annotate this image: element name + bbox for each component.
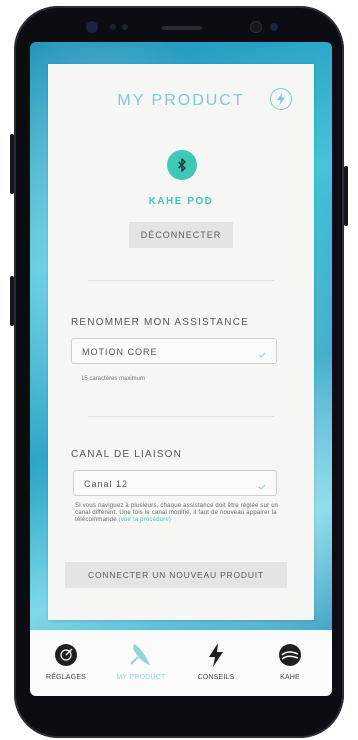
procedure-link[interactable]: (voir la procédure) <box>119 517 172 523</box>
sensor <box>270 23 278 31</box>
app-screen: MY PRODUCT KAHE POD DÉCONNECTER RENOMMER… <box>30 42 332 696</box>
product-card: MY PRODUCT KAHE POD DÉCONNECTER RENOMMER… <box>48 64 314 620</box>
channel-label: CANAL DE LIAISON <box>71 449 183 460</box>
channel-select[interactable]: Canal 12 <box>73 470 277 496</box>
volume-button <box>10 134 14 194</box>
divider <box>88 416 274 417</box>
dial-icon <box>34 642 98 668</box>
sensor <box>122 24 128 30</box>
iris-scanner <box>250 21 262 33</box>
character-limit-hint: 15 caractères maximum <box>81 376 146 382</box>
name-input-value: MOTION CORE <box>82 347 158 357</box>
name-input[interactable]: MOTION CORE <box>71 338 277 364</box>
bluetooth-icon <box>167 150 197 180</box>
power-button <box>344 166 348 226</box>
tab-my-product[interactable]: MY PRODUCT <box>109 642 173 681</box>
disconnect-button[interactable]: DÉCONNECTER <box>129 222 233 248</box>
earpiece-speaker <box>162 26 202 30</box>
channel-select-value: Canal 12 <box>84 479 129 489</box>
check-icon <box>258 478 266 496</box>
device-name: KAHE POD <box>148 196 214 207</box>
channel-note: Si vous naviguez à plusieurs, chaque ass… <box>75 503 283 524</box>
phone-frame: MY PRODUCT KAHE POD DÉCONNECTER RENOMMER… <box>10 6 348 738</box>
tab-conseils[interactable]: CONSEILS <box>184 642 248 681</box>
lightning-icon <box>184 642 248 668</box>
bottom-tab-bar: RÉGLAGES MY PRODUCT CONSEILS KAHE <box>30 630 332 696</box>
kahe-logo-icon <box>258 642 322 668</box>
check-icon <box>258 346 266 364</box>
board-icon <box>109 642 173 668</box>
channel-note-text: Si vous naviguez à plusieurs, chaque ass… <box>75 503 279 523</box>
lightning-circle-icon[interactable] <box>270 88 292 110</box>
tab-label: KAHE <box>280 674 300 681</box>
bixby-button <box>10 276 14 326</box>
tab-kahe[interactable]: KAHE <box>258 642 322 681</box>
tab-label: MY PRODUCT <box>116 674 166 681</box>
tab-label: CONSEILS <box>197 674 235 681</box>
tab-reglages[interactable]: RÉGLAGES <box>34 642 98 681</box>
tab-label: RÉGLAGES <box>45 674 87 681</box>
sensor <box>110 24 116 30</box>
divider <box>88 280 274 281</box>
rename-label: RENOMMER MON ASSISTANCE <box>71 317 249 328</box>
connect-new-product-button[interactable]: CONNECTER UN NOUVEAU PRODUIT <box>65 562 287 588</box>
front-camera <box>86 21 98 33</box>
